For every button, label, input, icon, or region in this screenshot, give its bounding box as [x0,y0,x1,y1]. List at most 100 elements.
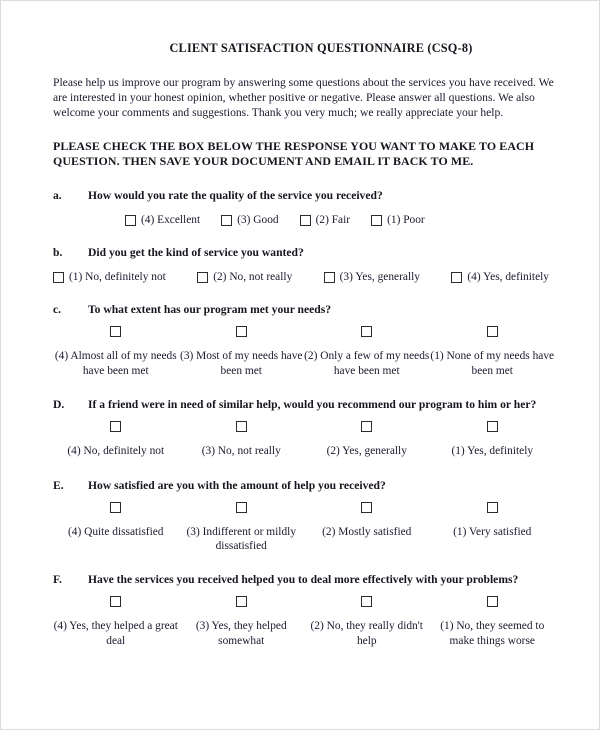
question-text: If a friend were in need of similar help… [88,398,537,412]
checkbox-icon[interactable] [235,421,247,433]
checkbox-icon[interactable] [235,596,247,608]
option-label: (2) Only a few of my needs have been met [304,350,430,377]
option-item[interactable]: (2) Mostly satisfied [304,501,430,554]
checkbox-icon[interactable] [110,501,122,513]
checkbox-icon[interactable] [221,214,233,226]
checkbox-icon[interactable] [486,326,498,338]
question-heading: D. If a friend were in need of similar he… [53,398,555,412]
instruction-paragraph: PLEASE CHECK THE BOX BELOW THE RESPONSE … [53,138,535,169]
checkbox-icon[interactable] [486,596,498,608]
option-label: (4) Yes, they helped a great deal [53,620,178,647]
question-text: Did you get the kind of service you want… [88,246,304,260]
question-block: b. Did you get the kind of service you wa… [53,246,555,283]
options-row: (1) No, definitely not (2) No, not really… [53,271,555,283]
option-item[interactable]: (3) Yes, generally [323,271,420,283]
option-label: (4) No, definitely not [67,445,165,458]
option-label: (1) Very satisfied [453,525,532,538]
question-block: c. To what extent has our program met you… [53,303,555,378]
page-title: CLIENT SATISFACTION QUESTIONNAIRE (CSQ-8… [169,41,473,55]
question-text: Have the services you received helped yo… [88,573,519,587]
option-label: (3) Good [237,214,279,227]
option-item[interactable]: (1) No, definitely not [53,271,166,283]
option-item[interactable]: (1) Very satisfied [430,501,556,554]
option-label: (4) Excellent [141,214,201,227]
questionnaire-page: CLIENT SATISFACTION QUESTIONNAIRE (CSQ-8… [0,0,600,730]
option-item[interactable]: (1) No, they seemed to make things worse [430,596,556,648]
checkbox-icon[interactable] [53,271,64,283]
question-heading: b. Did you get the kind of service you wa… [53,246,555,260]
question-letter: D. [53,398,65,412]
question-heading: E. How satisfied are you with the amount … [53,479,555,493]
checkbox-icon[interactable] [361,326,373,338]
option-item[interactable]: (2) No, not really [197,271,292,283]
checkbox-icon[interactable] [486,421,498,433]
checkbox-icon[interactable] [451,271,463,283]
question-block: E. How satisfied are you with the amount … [53,479,555,554]
question-letter: E. [53,478,64,492]
option-label: (2) Yes, generally [326,445,407,458]
options-row: (4) Almost all of my needs have been met… [53,326,555,378]
option-item[interactable]: (3) Most of my needs have been met [179,326,305,378]
option-item[interactable]: (1) Yes, definitely [430,421,556,458]
checkbox-icon[interactable] [197,271,209,283]
option-item[interactable]: (4) Yes, they helped a great deal [53,596,179,648]
question-heading: c. To what extent has our program met you… [53,303,555,317]
checkbox-icon[interactable] [299,214,311,226]
option-label: (2) Fair [315,214,351,227]
checkbox-icon[interactable] [361,421,373,433]
option-label: (1) Yes, definitely [451,445,534,458]
option-label: (1) None of my needs have been met [430,350,555,377]
checkbox-icon[interactable] [361,596,373,608]
checkbox-icon[interactable] [110,421,122,433]
question-letter: c. [53,303,62,317]
option-label: (2) No, they really didn't help [310,620,423,647]
option-item[interactable]: (2) Fair [299,214,351,227]
question-block: D. If a friend were in need of similar he… [53,398,555,458]
question-text: How would you rate the quality of the se… [88,189,383,203]
checkbox-icon[interactable] [125,214,136,226]
option-label: (3) No, not really [201,445,281,458]
option-label: (4) Quite dissatisfied [67,525,164,538]
option-label: (2) No, not really [213,271,293,284]
option-item[interactable]: (4) No, definitely not [53,421,179,458]
checkbox-icon[interactable] [235,501,247,513]
option-item[interactable]: (3) Indifferent or mildly dissatisfied [179,501,305,554]
option-label: (1) No, they seemed to make things worse [440,620,545,647]
option-item[interactable]: (3) Good [221,214,279,227]
option-label: (1) No, definitely not [69,271,166,284]
question-heading: F. Have the services you received helped … [53,573,555,587]
intro-paragraph: Please help us improve our program by an… [53,76,554,120]
question-text: How satisfied are you with the amount of… [88,478,386,492]
option-item[interactable]: (2) No, they really didn't help [304,596,430,648]
option-label: (3) Most of my needs have been met [180,350,303,377]
option-label: (4) Yes, definitely [467,271,549,284]
checkbox-icon[interactable] [110,326,122,338]
option-label: (3) Yes, they helped somewhat [195,620,287,647]
option-item[interactable]: (2) Only a few of my needs have been met [304,326,430,378]
option-item[interactable]: (4) Yes, definitely [451,271,549,283]
option-item[interactable]: (1) Poor [371,214,425,226]
option-item[interactable]: (4) Almost all of my needs have been met [53,326,179,378]
checkbox-icon[interactable] [371,214,383,226]
options-row: (4) Yes, they helped a great deal (3) Yes… [53,596,555,648]
option-label: (2) Mostly satisfied [322,525,412,538]
option-item[interactable]: (2) Yes, generally [304,421,430,458]
checkbox-icon[interactable] [110,596,122,608]
options-row: (4) No, definitely not (3) No, not really… [53,421,555,458]
option-item[interactable]: (4) Quite dissatisfied [53,501,179,554]
checkbox-icon[interactable] [323,271,335,283]
question-block: a. How would you rate the quality of the … [53,189,555,226]
checkbox-icon[interactable] [235,326,247,338]
option-item[interactable]: (1) None of my needs have been met [430,326,556,378]
question-letter: F. [53,573,62,587]
questions-list: a. How would you rate the quality of the … [53,189,555,648]
question-block: F. Have the services you received helped … [53,573,555,648]
option-label: (1) Poor [387,214,425,227]
option-item[interactable]: (3) No, not really [179,421,305,458]
checkbox-icon[interactable] [361,501,373,513]
question-text: To what extent has our program met your … [88,303,332,317]
question-letter: a. [53,189,62,203]
option-item[interactable]: (4) Excellent [125,214,200,226]
checkbox-icon[interactable] [486,501,498,513]
option-item[interactable]: (3) Yes, they helped somewhat [179,596,305,648]
